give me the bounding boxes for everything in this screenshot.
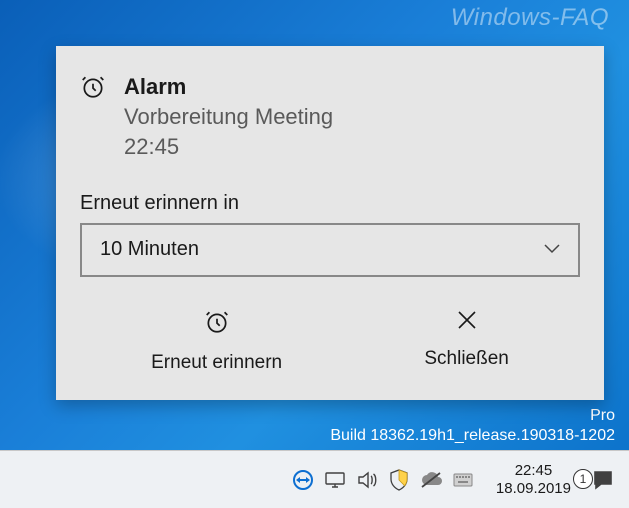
snooze-label: Erneut erinnern in bbox=[80, 192, 580, 215]
dismiss-button-label: Schließen bbox=[424, 348, 509, 370]
system-tray bbox=[284, 469, 482, 491]
volume-tray-icon[interactable] bbox=[356, 469, 378, 491]
snooze-dropdown[interactable]: 10 Minuten bbox=[80, 223, 580, 277]
cloud-disabled-tray-icon[interactable] bbox=[420, 469, 442, 491]
teamviewer-tray-icon[interactable] bbox=[292, 469, 314, 491]
dismiss-button[interactable]: Schließen bbox=[404, 305, 529, 374]
notification-time: 22:45 bbox=[124, 132, 580, 162]
clock-time: 22:45 bbox=[496, 462, 571, 479]
snooze-button[interactable]: Erneut erinnern bbox=[131, 305, 302, 378]
build-line: Build 18362.19h1_release.190318-1202 bbox=[330, 426, 615, 446]
snooze-button-label: Erneut erinnern bbox=[151, 352, 282, 374]
close-icon bbox=[456, 309, 478, 336]
taskbar: 22:45 18.09.2019 1 bbox=[0, 450, 629, 508]
chevron-down-icon bbox=[544, 241, 560, 259]
edition-text: Pro bbox=[330, 406, 615, 426]
action-center-icon[interactable]: 1 bbox=[591, 468, 615, 492]
clock-date: 18.09.2019 bbox=[496, 480, 571, 497]
snooze-selected-text: 10 Minuten bbox=[100, 238, 199, 261]
notification-title: Alarm bbox=[124, 74, 580, 100]
alarm-icon bbox=[80, 74, 106, 100]
keyboard-tray-icon[interactable] bbox=[452, 469, 474, 491]
display-tray-icon[interactable] bbox=[324, 469, 346, 491]
build-info: Pro Build 18362.19h1_release.190318-1202 bbox=[330, 406, 615, 446]
taskbar-clock[interactable]: 22:45 18.09.2019 bbox=[486, 462, 581, 497]
alarm-clock-icon bbox=[204, 309, 230, 340]
alarm-notification: Alarm Vorbereitung Meeting 22:45 Erneut … bbox=[56, 46, 604, 400]
watermark-text: Windows-FAQ bbox=[451, 4, 609, 32]
notification-count-badge: 1 bbox=[573, 469, 593, 489]
notification-subtitle: Vorbereitung Meeting bbox=[124, 102, 580, 132]
security-tray-icon[interactable] bbox=[388, 469, 410, 491]
